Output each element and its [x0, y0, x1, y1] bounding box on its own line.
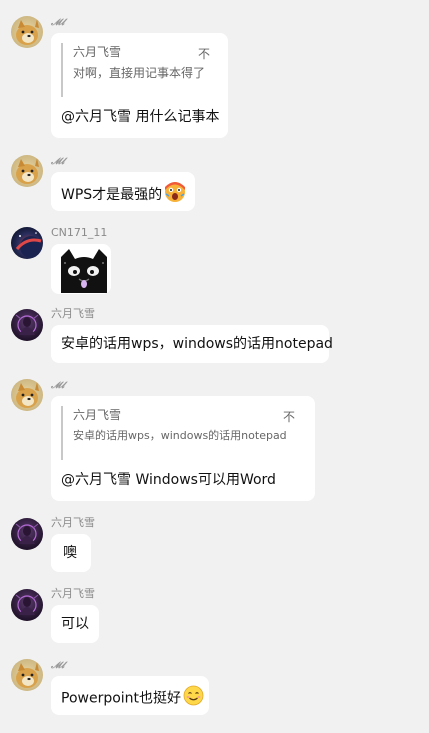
quoted-message[interactable]: 六月飞雪 不 安卓的话用wps，windows的话用notepad	[61, 406, 307, 460]
quote-marker: 不	[283, 410, 296, 424]
quote-marker: 不	[198, 47, 211, 61]
message-text: 可以	[61, 616, 89, 632]
avatar[interactable]	[11, 16, 43, 48]
avatar[interactable]	[11, 589, 43, 621]
black-cat-sticker-icon	[57, 247, 111, 294]
message-bubble[interactable]: 六月飞雪 不 对啊，直接用记事本得了 @六月飞雪 用什么记事本	[51, 33, 228, 138]
message-text: Powerpoint也挺好	[61, 685, 204, 712]
quote-author: 六月飞雪	[73, 408, 122, 422]
sender-nickname: 六月飞雪	[51, 587, 95, 600]
quote-text: 安卓的话用wps，windows的话用notepad	[73, 429, 287, 442]
avatar[interactable]	[11, 227, 43, 259]
message-bubble[interactable]: 安卓的话用wps，windows的话用notepad	[51, 325, 333, 363]
sticker-bubble[interactable]	[51, 244, 111, 294]
message-bubble[interactable]: Powerpoint也挺好	[51, 676, 209, 715]
sender-nickname: 六月飞雪	[51, 516, 95, 529]
message-text: @六月飞雪 Windows可以用Word	[61, 472, 276, 488]
message-bubble[interactable]: 六月飞雪 不 安卓的话用wps，windows的话用notepad @六月飞雪 …	[51, 396, 315, 501]
sender-nickname: 𝓜𝓵	[51, 157, 65, 167]
message-text: 噢	[63, 545, 77, 561]
message-bubble[interactable]: 可以	[51, 605, 99, 643]
quote-author: 六月飞雪	[73, 45, 122, 59]
sender-nickname: 𝓜𝓵	[51, 661, 65, 671]
avatar[interactable]	[11, 379, 43, 411]
sender-nickname: 𝓜𝓵	[51, 381, 65, 391]
message-bubble[interactable]: 噢	[51, 534, 91, 572]
avatar[interactable]	[11, 518, 43, 550]
shocked-face-icon	[164, 181, 186, 209]
message-text-content: WPS才是最强的	[61, 187, 163, 203]
message-text-content: Powerpoint也挺好	[61, 690, 182, 707]
message-text: WPS才是最强的	[61, 181, 186, 209]
sender-nickname: 六月飞雪	[51, 307, 95, 320]
message-text: 安卓的话用wps，windows的话用notepad	[61, 336, 333, 352]
sender-nickname: CN171_11	[51, 226, 108, 239]
sender-nickname: 𝓜𝓵	[51, 18, 65, 28]
quoted-message[interactable]: 六月飞雪 不 对啊，直接用记事本得了	[61, 43, 220, 97]
message-bubble[interactable]: WPS才是最强的	[51, 172, 195, 211]
avatar[interactable]	[11, 155, 43, 187]
avatar[interactable]	[11, 659, 43, 691]
smiling-face-icon	[183, 685, 204, 712]
quote-text: 对啊，直接用记事本得了	[73, 66, 206, 80]
avatar[interactable]	[11, 309, 43, 341]
message-text: @六月飞雪 用什么记事本	[61, 109, 220, 125]
